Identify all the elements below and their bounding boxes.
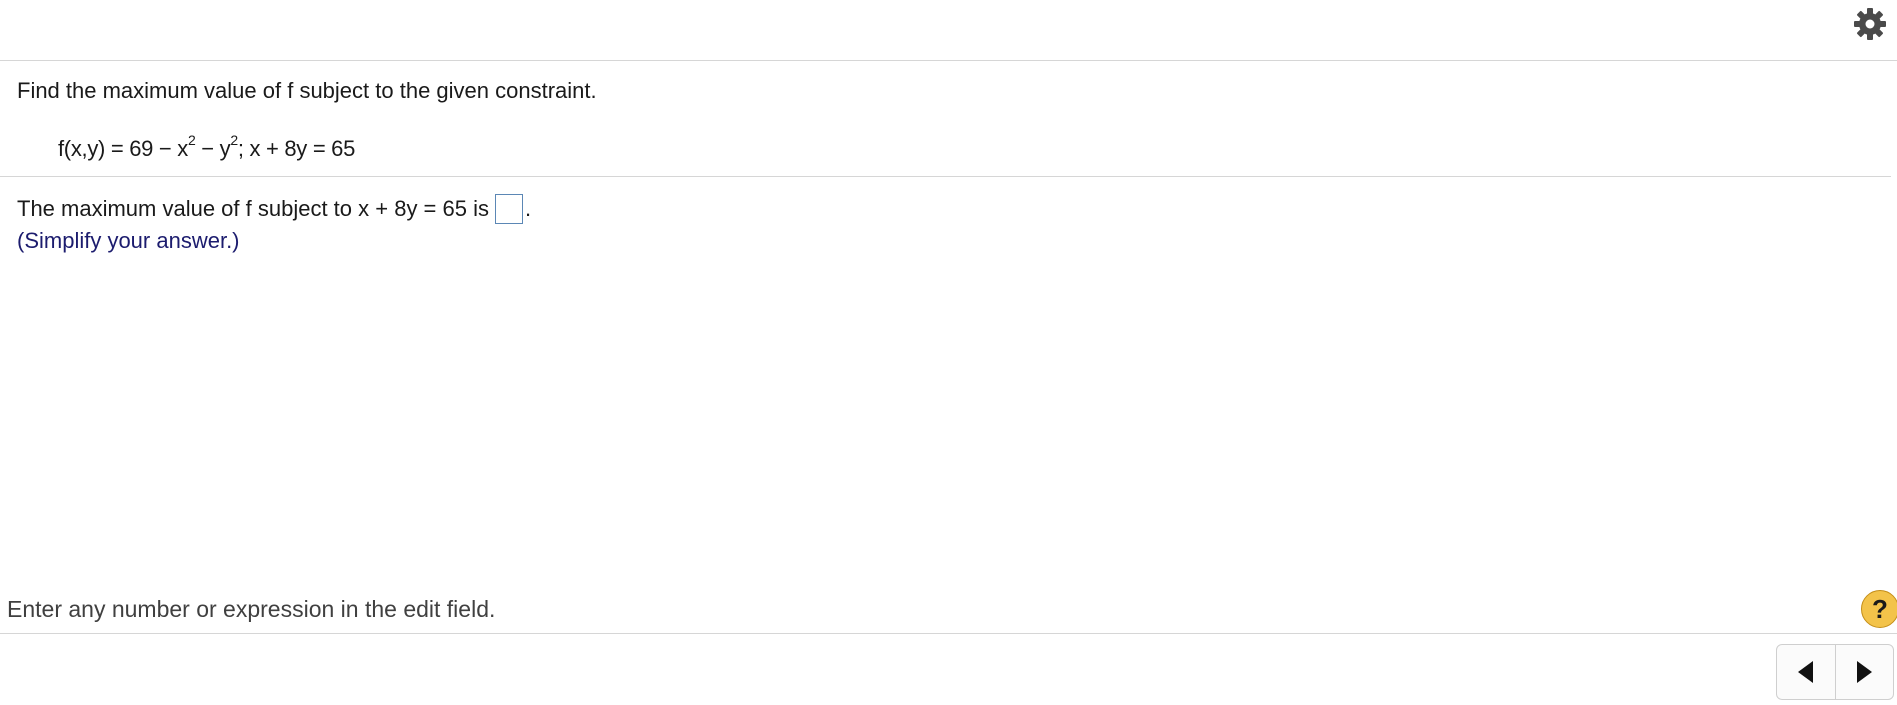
answer-prefix: The maximum value of f subject to x + 8y…: [17, 196, 489, 221]
footer-divider: [0, 633, 1897, 634]
gear-icon[interactable]: [1852, 6, 1888, 42]
status-message: Enter any number or expression in the ed…: [7, 596, 496, 622]
question-page: Find the maximum value of f subject to t…: [0, 0, 1897, 705]
question-instruction: Find the maximum value of f subject to t…: [17, 78, 597, 103]
answer-input[interactable]: [495, 194, 523, 224]
question-divider: [0, 176, 1891, 177]
question-formula: f(x,y) = 69 − x2 − y2; x + 8y = 65: [58, 131, 356, 161]
answer-line: The maximum value of f subject to x + 8y…: [17, 194, 531, 224]
answer-suffix: .: [525, 196, 532, 221]
previous-button[interactable]: [1777, 645, 1835, 699]
help-icon: ?: [1872, 593, 1888, 624]
navigation-buttons: [1776, 644, 1894, 700]
header-divider: [0, 60, 1897, 61]
next-button[interactable]: [1834, 645, 1894, 699]
simplify-hint: (Simplify your answer.): [17, 228, 240, 253]
triangle-left-icon: [1797, 661, 1813, 683]
help-button[interactable]: ?: [1861, 590, 1897, 628]
triangle-right-icon: [1857, 661, 1873, 683]
